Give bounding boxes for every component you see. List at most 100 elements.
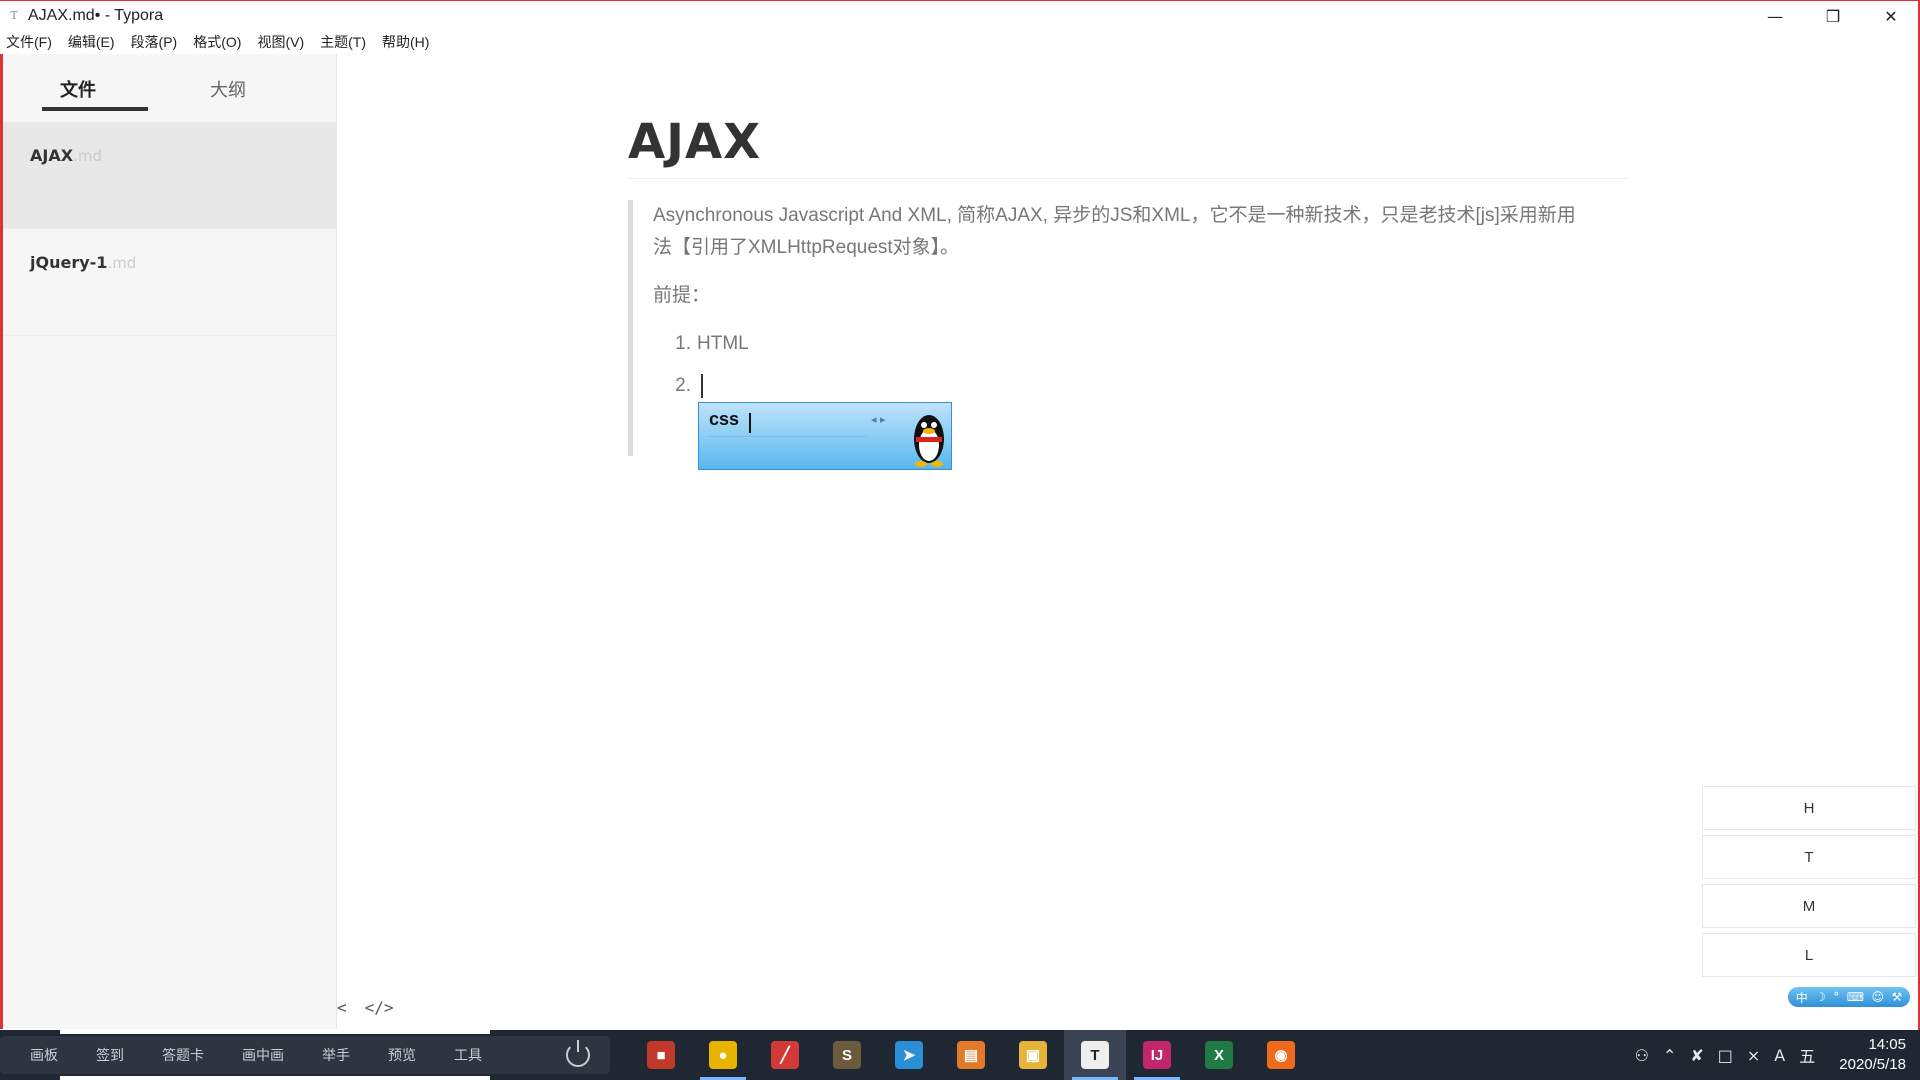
ime-mode-icon[interactable]: 中 [1796, 989, 1808, 1006]
moon-icon[interactable]: ☽ [1815, 990, 1826, 1004]
menu-theme[interactable]: 主题(T) [320, 32, 366, 52]
restore-button[interactable]: ❒ [1804, 1, 1862, 31]
typora-app-icon: T [10, 9, 18, 22]
heading-divider [628, 178, 1628, 179]
taskbar-app[interactable]: ▤ [940, 1030, 1002, 1080]
sublime-icon: S [833, 1041, 861, 1069]
toolbar-checkin[interactable]: 签到 [96, 1045, 124, 1065]
blockquote-paragraph: Asynchronous Javascript And XML, 简称AJAX,… [653, 205, 1576, 258]
ime-status-bar: 中 ☽ ° ⌨ ☺ ⚒ [1760, 985, 1910, 1009]
collapse-sidebar-icon[interactable]: < [337, 998, 347, 1017]
user-icon[interactable]: ☺ [1872, 990, 1885, 1004]
menu-bar: 文件(F) 编辑(E) 段落(P) 格式(O) 视图(V) 主题(T) 帮助(H… [0, 30, 1920, 54]
clock-date: 2020/5/18 [1839, 1056, 1906, 1073]
heading-button-h[interactable]: H [1702, 786, 1916, 830]
title-bar: T AJAX.md• - Typora — ❒ ✕ [0, 0, 1920, 30]
menu-format[interactable]: 格式(O) [193, 32, 241, 52]
toolbar-picture-in-picture[interactable]: 画中画 [242, 1045, 284, 1065]
paper-plane-app-icon: ➤ [895, 1041, 923, 1069]
minimize-button[interactable]: — [1746, 1, 1804, 31]
heading-button-m[interactable]: M [1702, 884, 1916, 928]
tab-files[interactable]: 文件 [3, 54, 153, 122]
classroom-toolbar: 画板 签到 答题卡 画中画 举手 预览 工具 [0, 1036, 610, 1074]
taskbar-app[interactable]: X [1188, 1030, 1250, 1080]
chrome-icon: ● [709, 1041, 737, 1069]
file-item-ajax[interactable]: AJAX.md [3, 122, 336, 229]
toolbar-preview[interactable]: 预览 [388, 1045, 416, 1065]
menu-help[interactable]: 帮助(H) [382, 32, 429, 52]
file-item-jquery[interactable]: jQuery-1.md [3, 229, 336, 336]
menu-edit[interactable]: 编辑(E) [68, 32, 115, 52]
firefox-icon: ◉ [1267, 1041, 1295, 1069]
source-code-mode-icon[interactable]: </> [365, 998, 394, 1017]
sidebar-tabs: 文件 大纲 [3, 54, 336, 122]
toolbar-tools[interactable]: 工具 [454, 1045, 482, 1065]
file-ext: .md [107, 254, 137, 272]
tab-outline[interactable]: 大纲 [153, 54, 303, 122]
file-explorer-icon: ▣ [1019, 1041, 1047, 1069]
ime-composition-popup: css ◂ ▸ [698, 402, 952, 470]
taskbar: 画板 签到 答题卡 画中画 举手 预览 工具 ■ ● ╱ S ➤ ▤ ▣ T IJ X ◉ ⚇ ⌃ … [0, 1030, 1920, 1080]
sidebar: 文件 大纲 AJAX.md jQuery-1.md [0, 54, 337, 1029]
taskbar-app[interactable]: ● [692, 1030, 754, 1080]
slides-app-icon: ▤ [957, 1041, 985, 1069]
taskbar-app[interactable]: S [816, 1030, 878, 1080]
toolbar-raise-hand[interactable]: 举手 [322, 1045, 350, 1065]
red-app-icon: ■ [647, 1041, 675, 1069]
excel-icon: X [1205, 1041, 1233, 1069]
ime-cursor [749, 413, 751, 433]
window-controls: — ❒ ✕ [1746, 1, 1920, 31]
network-icon[interactable]: □ [1718, 1046, 1733, 1065]
list-text: HTML [697, 333, 749, 354]
toolbar-whiteboard[interactable]: 画板 [30, 1045, 58, 1065]
heading-level-buttons: H T M L [1702, 786, 1916, 982]
list-item: 2. [653, 365, 1628, 407]
list-number: 1. [675, 333, 691, 354]
taskbar-app[interactable]: ◉ [1250, 1030, 1312, 1080]
clock[interactable]: 14:05 2020/5/18 [1839, 1035, 1906, 1075]
clock-time: 14:05 [1868, 1036, 1906, 1053]
input-switch-icon[interactable]: ⨯ [1747, 1046, 1760, 1065]
menu-file[interactable]: 文件(F) [6, 32, 52, 52]
people-icon[interactable]: ⚇ [1635, 1046, 1649, 1065]
taskbar-app[interactable]: T [1064, 1030, 1126, 1080]
editor[interactable]: AJAX Asynchronous Javascript And XML, 简称… [628, 54, 1628, 994]
menu-paragraph[interactable]: 段落(P) [131, 32, 178, 52]
prereq-label: 前提： [653, 285, 711, 306]
typora-icon: T [1081, 1041, 1109, 1069]
taskbar-app[interactable]: ■ [630, 1030, 692, 1080]
file-name: jQuery-1 [30, 253, 108, 272]
taskbar-apps: ■ ● ╱ S ➤ ▤ ▣ T IJ X ◉ [630, 1030, 1312, 1080]
sidebar-footer: < </> [337, 998, 394, 1017]
wubi-ime-icon[interactable]: 五 [1799, 1043, 1815, 1067]
heading-button-t[interactable]: T [1702, 835, 1916, 879]
ime-status-pill[interactable]: 中 ☽ ° ⌨ ☺ ⚒ [1788, 987, 1910, 1007]
power-icon[interactable] [566, 1040, 590, 1067]
menu-view[interactable]: 视图(V) [257, 32, 304, 52]
file-ext: .md [73, 147, 102, 165]
intellij-icon: IJ [1143, 1041, 1171, 1069]
punctuation-icon[interactable]: ° [1833, 990, 1839, 1004]
list-item: 1. HTML [653, 323, 1628, 365]
heading-button-l[interactable]: L [1702, 933, 1916, 977]
text-caret [701, 374, 703, 398]
file-name: AJAX [30, 146, 74, 165]
screen-share-strip [60, 1076, 490, 1080]
taskbar-app[interactable]: IJ [1126, 1030, 1188, 1080]
window-title: AJAX.md• - Typora [28, 6, 164, 24]
volume-muted-icon[interactable]: ✘ [1690, 1046, 1703, 1065]
screen-share-strip [60, 1030, 490, 1034]
keyboard-icon[interactable]: ⌨ [1847, 990, 1864, 1004]
font-icon[interactable]: A [1774, 1046, 1785, 1065]
list-number: 2. [675, 375, 691, 396]
close-button[interactable]: ✕ [1862, 1, 1920, 31]
taskbar-app[interactable]: ▣ [1002, 1030, 1064, 1080]
ime-underline [707, 436, 867, 437]
ordered-list: 1. HTML 2. [653, 323, 1628, 407]
show-hidden-icons-icon[interactable]: ⌃ [1663, 1046, 1676, 1065]
taskbar-app[interactable]: ╱ [754, 1030, 816, 1080]
ime-page-arrows-icon[interactable]: ◂ ▸ [871, 413, 886, 426]
taskbar-app[interactable]: ➤ [878, 1030, 940, 1080]
settings-icon[interactable]: ⚒ [1891, 990, 1902, 1004]
toolbar-answer-card[interactable]: 答题卡 [162, 1045, 204, 1065]
